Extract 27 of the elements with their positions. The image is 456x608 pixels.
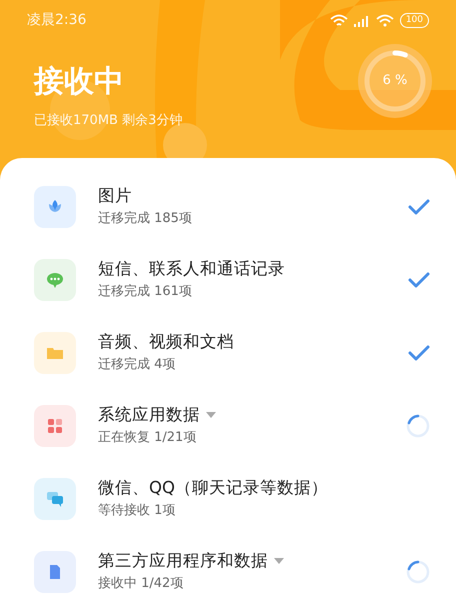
document-icon [34, 550, 76, 592]
folder-icon [34, 332, 76, 374]
speech-bubble-icon [34, 258, 76, 300]
item-title: 微信、QQ（聊天记录等数据） [98, 478, 328, 499]
item-title: 音频、视频和文档 [98, 332, 234, 353]
item-status-text: 等待接收 1项 [98, 502, 176, 519]
chat-bubbles-icon [34, 478, 76, 520]
item-status-text: 正在恢复 1/21项 [98, 430, 198, 446]
item-status-text: 迁移完成 185项 [98, 210, 193, 227]
caret-icon[interactable] [274, 558, 284, 564]
app-grid-icon [34, 404, 76, 446]
item-status-text: 接收中 1/42项 [98, 576, 184, 592]
item-title: 系统应用数据 [98, 405, 200, 426]
wifi-icon [376, 14, 394, 28]
wifi-icon [330, 14, 348, 28]
transfer-summary: 已接收170MB 剩余3分钟 [34, 112, 182, 130]
signal-icon [354, 14, 370, 27]
item-title: 图片 [98, 186, 132, 207]
item-title: 第三方应用程序和数据 [98, 551, 268, 572]
item-status-text: 迁移完成 161项 [98, 284, 193, 300]
status-time: 凌晨2:36 [27, 11, 86, 30]
item-status-text: 迁移完成 4项 [98, 356, 176, 373]
caret-icon[interactable] [206, 412, 216, 418]
item-title: 短信、联系人和通话记录 [98, 259, 285, 280]
battery-icon: 100 [400, 13, 429, 28]
flower-icon [34, 186, 76, 228]
page-title: 接收中 [34, 66, 125, 97]
